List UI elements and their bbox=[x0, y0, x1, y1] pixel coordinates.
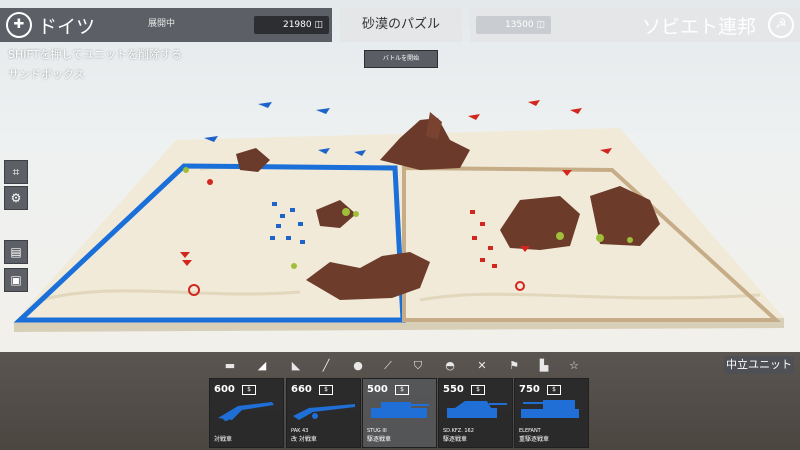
rifle-icon[interactable]: ╱ bbox=[318, 358, 334, 374]
antitank-gun-icon bbox=[218, 402, 274, 421]
budget-left: 21980 ◫ bbox=[254, 16, 329, 34]
team-name-left: ドイツ bbox=[38, 16, 96, 38]
syringe-icon[interactable]: ⟋ bbox=[380, 358, 396, 374]
map-icon[interactable]: ⌗ bbox=[4, 160, 28, 184]
bomb-icon[interactable]: ● bbox=[350, 358, 366, 374]
team-name-right: ソビエト連邦 bbox=[642, 16, 757, 38]
coin-icon: $ bbox=[242, 385, 256, 395]
germany-emblem-icon: ✚ bbox=[6, 12, 32, 38]
pak43-icon bbox=[293, 404, 355, 420]
budget-right: 13500 ◫ bbox=[476, 16, 551, 34]
unit-card-selected[interactable]: 500 $ STUG III 駆逐戦車 bbox=[362, 378, 437, 448]
soviet-emblem-icon: ☭ bbox=[768, 12, 794, 38]
unit-card[interactable]: 750 $ ELEFANT 重駆逐戦車 bbox=[514, 378, 589, 448]
red-team-panel[interactable]: 13500 ◫ ソビエト連邦 ☭ bbox=[470, 8, 800, 42]
star-icon[interactable]: ☆ bbox=[566, 358, 582, 374]
start-battle-button[interactable]: バトルを開始 bbox=[364, 50, 438, 68]
unit-box-icon[interactable]: ▣ bbox=[4, 268, 28, 292]
factory-icon[interactable]: ▙ bbox=[536, 358, 552, 374]
mode-label: サンドボックス bbox=[8, 68, 85, 81]
tools-icon[interactable]: ✕ bbox=[474, 358, 490, 374]
unit-card[interactable]: 660 $ PAK 43 改 対戦車 bbox=[286, 378, 361, 448]
flag-icon[interactable]: ⚑ bbox=[506, 358, 522, 374]
map-title[interactable]: 砂漠のパズル bbox=[340, 8, 462, 42]
helmet-icon[interactable]: ◓ bbox=[442, 358, 458, 374]
cannon-icon[interactable]: ⚙ bbox=[4, 186, 28, 210]
sdkfz162-icon bbox=[447, 401, 507, 418]
tank-icon[interactable]: ▬ bbox=[222, 358, 238, 374]
delete-hint: SHIFTを押してユニットを削除する bbox=[8, 48, 183, 61]
unit-card[interactable]: 600 $ 対戦車 bbox=[209, 378, 284, 448]
coin-icon: $ bbox=[319, 385, 333, 395]
neutral-units-button[interactable]: 中立ユニット bbox=[724, 356, 794, 374]
coin-icon: $ bbox=[547, 385, 561, 395]
tank-destroyer-icon[interactable]: ◢ bbox=[254, 358, 270, 374]
stug-icon bbox=[371, 402, 429, 418]
coin-icon: $ bbox=[395, 385, 409, 395]
blue-team-panel[interactable]: ✚ ドイツ 展開中 21980 ◫ bbox=[0, 8, 332, 42]
coin-icon: ◫ bbox=[536, 20, 545, 30]
coin-icon: ◫ bbox=[314, 20, 323, 30]
elefant-icon bbox=[521, 400, 579, 418]
top-bar: ✚ ドイツ 展開中 21980 ◫ 砂漠のパズル 13500 ◫ ソビエト連邦 … bbox=[0, 0, 800, 45]
coin-icon: $ bbox=[471, 385, 485, 395]
barrel-icon[interactable]: ▤ bbox=[4, 240, 28, 264]
shield-icon[interactable]: ⛉ bbox=[410, 358, 426, 374]
unit-card[interactable]: 550 $ SD.KFZ. 162 駆逐戦車 bbox=[438, 378, 513, 448]
deploy-status: 展開中 bbox=[148, 19, 176, 29]
artillery-icon[interactable]: ◣ bbox=[288, 358, 304, 374]
